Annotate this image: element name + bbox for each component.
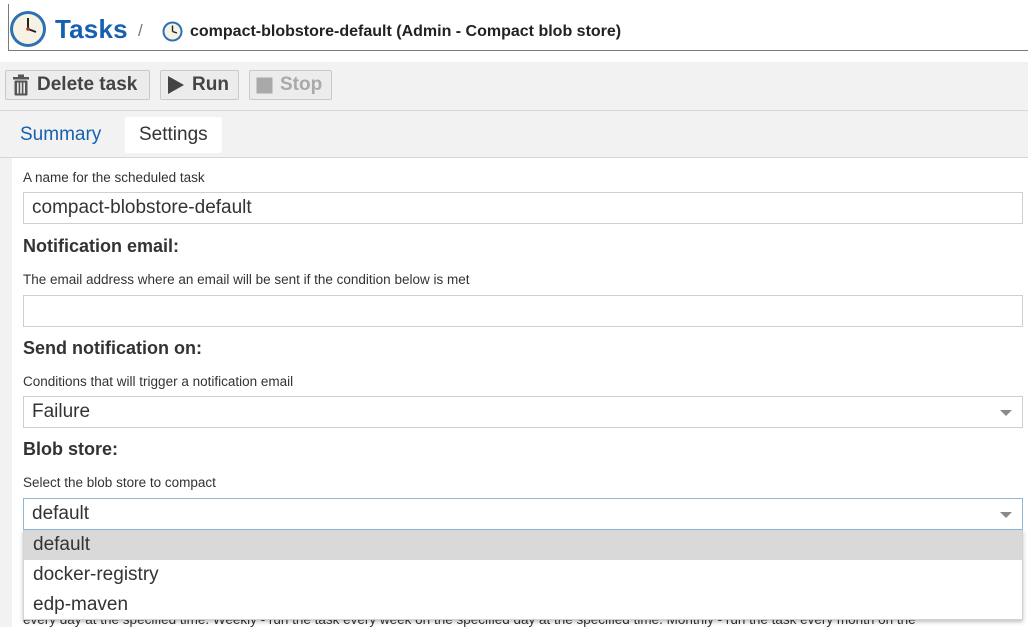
- chevron-down-icon: [1000, 512, 1012, 518]
- breadcrumb-task-title: compact-blobstore-default (Admin - Compa…: [190, 23, 622, 40]
- run-label: Run: [192, 74, 229, 95]
- trash-icon: [13, 74, 29, 96]
- dropdown-option-default[interactable]: default: [24, 530, 1022, 560]
- breadcrumb-separator: /: [138, 21, 143, 40]
- delete-task-label: Delete task: [37, 74, 138, 95]
- header: Tasks / compact-blobstore-default (Admin…: [0, 0, 1028, 56]
- play-icon: [168, 76, 184, 94]
- run-button[interactable]: Run: [160, 70, 239, 100]
- stop-icon: [256, 77, 273, 93]
- stop-button[interactable]: Stop: [249, 70, 332, 100]
- stop-label: Stop: [280, 74, 323, 95]
- task-name-input[interactable]: compact-blobstore-default: [23, 192, 1023, 224]
- notification-email-input[interactable]: [23, 295, 1023, 327]
- blob-store-help: Select the blob store to compact: [23, 475, 216, 490]
- chevron-down-icon: [1000, 410, 1012, 416]
- notification-email-heading: Notification email:: [23, 236, 180, 256]
- breadcrumb-tasks-link[interactable]: Tasks: [55, 14, 128, 45]
- clock-icon: [162, 21, 183, 42]
- tab-bar: Summary Settings: [0, 110, 1028, 158]
- toolbar: Delete task Run Stop: [0, 62, 1028, 110]
- blob-store-value: default: [32, 503, 90, 524]
- page: Tasks / compact-blobstore-default (Admin…: [0, 0, 1028, 627]
- tab-summary[interactable]: Summary: [6, 117, 115, 153]
- tab-settings[interactable]: Settings: [125, 117, 222, 153]
- task-name-help: A name for the scheduled task: [23, 170, 205, 185]
- send-notification-help: Conditions that will trigger a notificat…: [23, 374, 294, 389]
- delete-task-button[interactable]: Delete task: [5, 70, 150, 100]
- send-notification-heading: Send notification on:: [23, 338, 202, 358]
- blob-store-heading: Blob store:: [23, 439, 119, 459]
- send-notification-value: Failure: [32, 401, 91, 422]
- notification-email-help: The email address where an email will be…: [23, 272, 470, 287]
- dropdown-option-docker-registry[interactable]: docker-registry: [24, 560, 1022, 590]
- dropdown-option-edp-maven[interactable]: edp-maven: [24, 590, 1022, 620]
- clock-icon: [10, 11, 46, 47]
- blob-store-dropdown-list: default docker-registry edp-maven: [23, 530, 1023, 620]
- send-notification-select[interactable]: Failure: [23, 396, 1023, 428]
- blob-store-select[interactable]: default: [23, 498, 1023, 530]
